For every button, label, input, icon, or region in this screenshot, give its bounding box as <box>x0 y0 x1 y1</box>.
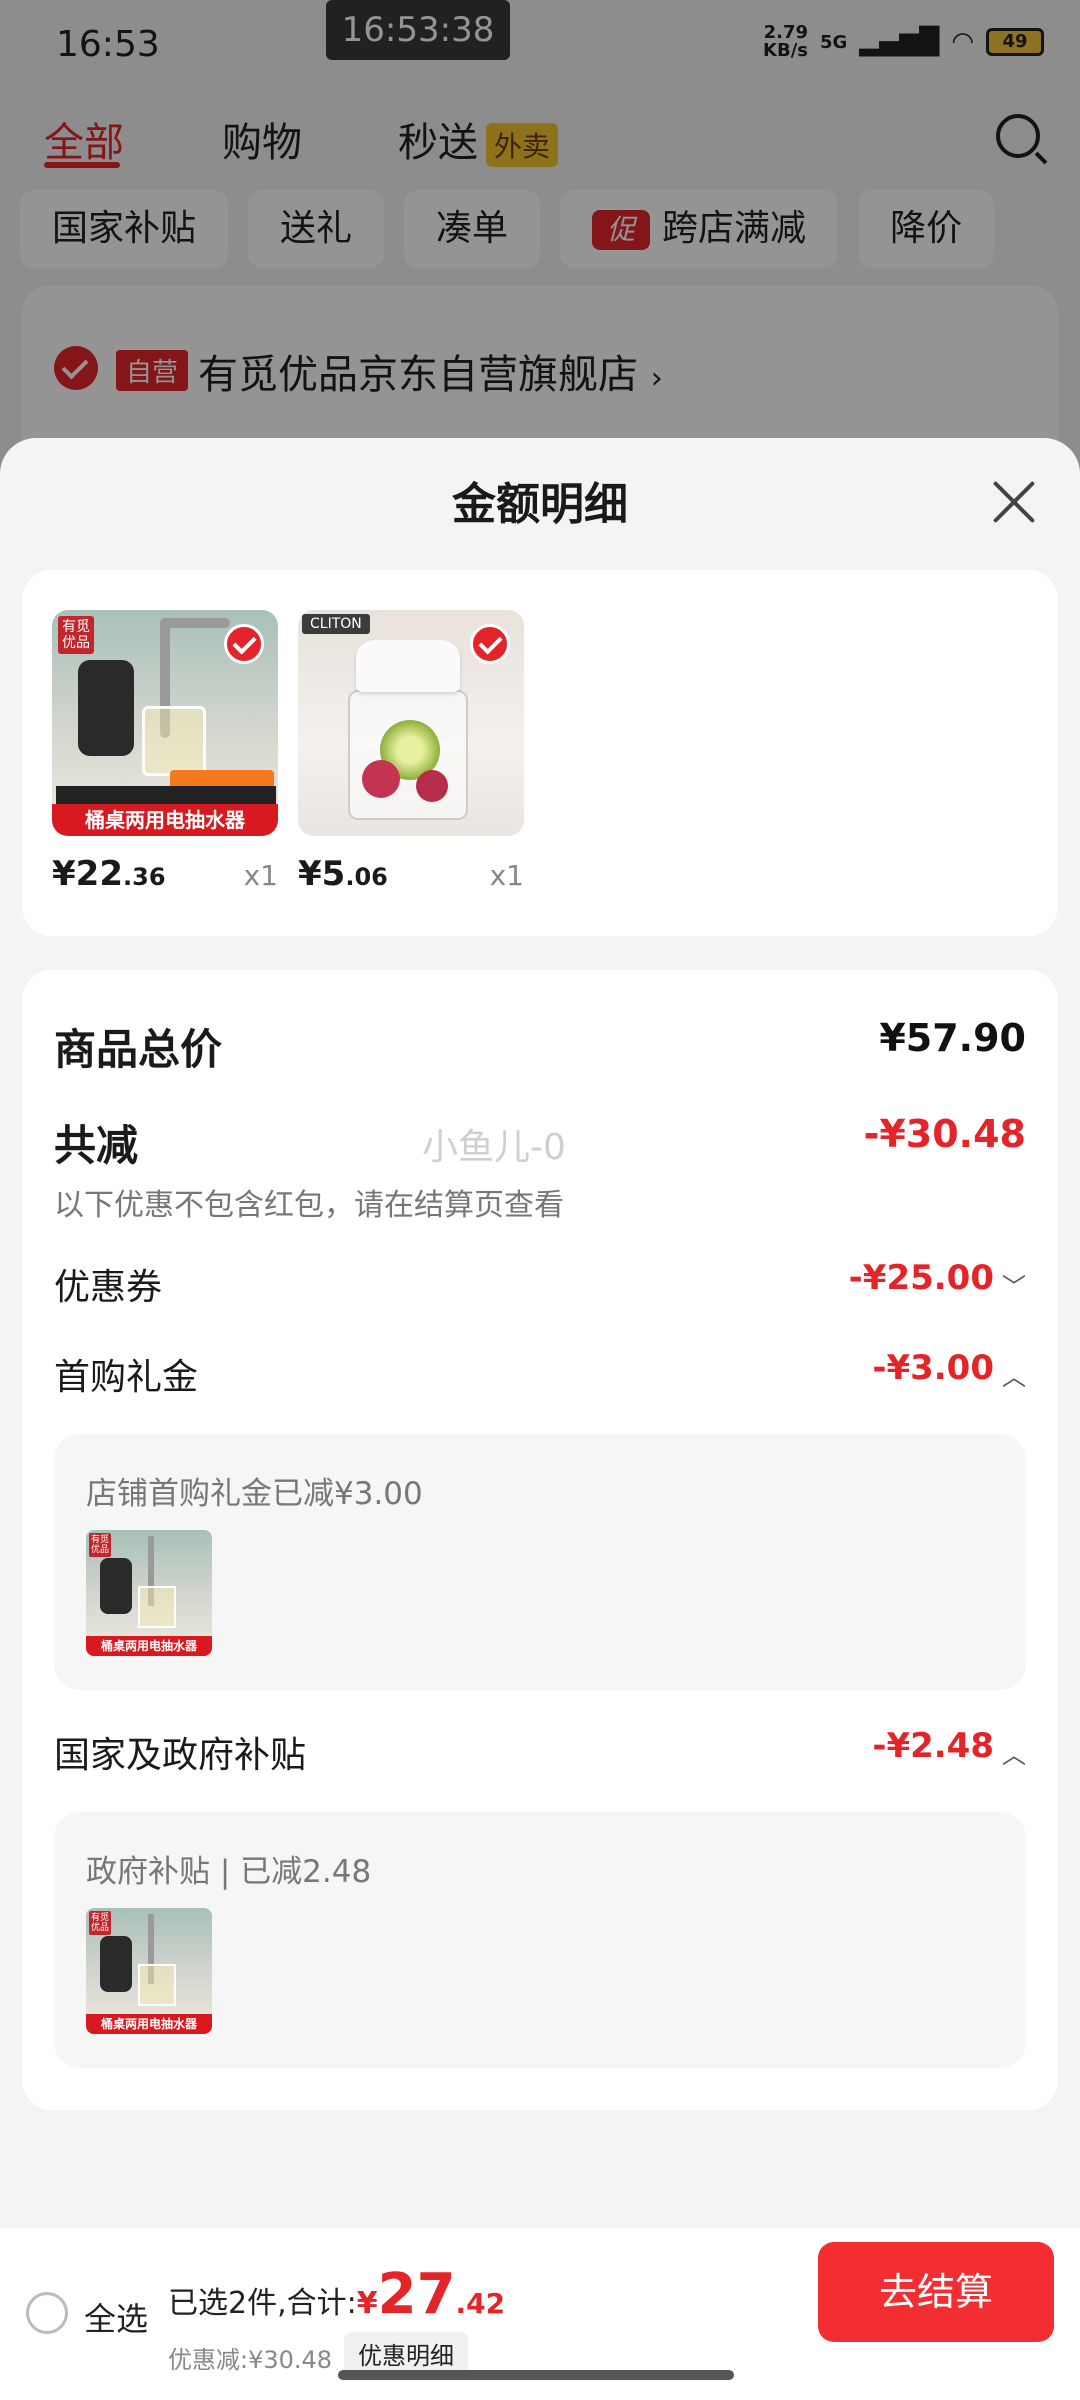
price-breakdown-card: 商品总价 ¥57.90 共减 -¥30.48 小鱼儿-0 以下优惠不包含红包，请… <box>22 970 1058 2110</box>
currency: ¥ <box>298 854 322 894</box>
total-currency: ¥ <box>356 2286 378 2321</box>
government-subsidy-row[interactable]: 国家及政府补贴 -¥2.48 ︿ <box>54 1726 1026 1776</box>
coupon-value: -¥25.00 <box>848 1258 994 1298</box>
amount-detail-sheet: 金额明细 有觅 优品 桶桌两用电抽水器 ¥22.36 x1 CLITON ¥5.… <box>0 438 1080 2400</box>
gift-detail-box: 店铺首购礼金已减¥3.00 有觅 优品 桶桌两用电抽水器 <box>54 1434 1026 1690</box>
subsidy-detail-text: 政府补贴 | 已减2.48 <box>86 1854 372 1890</box>
water-dispenser-product-image: 有觅 优品 桶桌两用电抽水器 <box>52 610 278 836</box>
product-item[interactable]: CLITON ¥5.06 x1 <box>298 610 524 894</box>
total-price-value: ¥57.90 <box>879 1016 1026 1060</box>
product-price: ¥22.36 <box>52 854 166 894</box>
discount-label: 共减 <box>54 1121 139 1170</box>
chevron-up-icon[interactable]: ︿ <box>1002 1357 1026 1392</box>
selected-check-icon <box>470 624 510 664</box>
subsidy-value-group: -¥2.48 ︿ <box>872 1726 1026 1770</box>
chevron-down-icon[interactable]: ﹀ <box>1002 1267 1026 1302</box>
select-all-label[interactable]: 全选 <box>84 2294 148 2340</box>
fruit-jar-product-image: CLITON <box>298 610 524 836</box>
close-icon[interactable] <box>990 478 1038 526</box>
gift-label: 首购礼金 <box>54 1357 199 1398</box>
total-price-row: 商品总价 ¥57.90 <box>54 1016 1026 1074</box>
price-int: 5 <box>321 854 346 894</box>
berry-shape <box>362 760 400 798</box>
glass-shape <box>138 1586 176 1628</box>
coupon-label: 优惠券 <box>54 1267 163 1308</box>
price-int: 22 <box>75 854 123 894</box>
brand-tag: CLITON <box>302 614 370 634</box>
gift-value: -¥3.00 <box>872 1348 994 1388</box>
product-price-row: ¥22.36 x1 <box>52 854 278 894</box>
product-thumbnail: 有觅 优品 桶桌两用电抽水器 <box>86 1530 212 1656</box>
gift-value-group: -¥3.00 ︿ <box>872 1348 1026 1392</box>
product-price-row: ¥5.06 x1 <box>298 854 524 894</box>
product-qty: x1 <box>489 859 524 892</box>
product-banner: 桶桌两用电抽水器 <box>86 2014 212 2034</box>
saved-amount: 优惠减:¥30.48 <box>168 2346 333 2374</box>
checkout-button[interactable]: 去结算 <box>818 2242 1054 2342</box>
sheet-title: 金额明细 <box>452 479 628 530</box>
price-dec: .36 <box>123 863 166 891</box>
selected-count-text: 已选2件,合计: <box>168 2286 357 2321</box>
glass-shape <box>142 706 206 776</box>
home-indicator[interactable] <box>338 2370 734 2380</box>
first-purchase-gift-row[interactable]: 首购礼金 -¥3.00 ︿ <box>54 1348 1026 1398</box>
chevron-up-icon[interactable]: ︿ <box>1002 1735 1026 1770</box>
product-list: 有觅 优品 桶桌两用电抽水器 ¥22.36 x1 CLITON ¥5.06 x1 <box>22 570 1058 936</box>
product-price: ¥5.06 <box>298 854 388 894</box>
discount-detail-button[interactable]: 优惠明细 <box>344 2332 468 2375</box>
product-item[interactable]: 有觅 优品 桶桌两用电抽水器 ¥22.36 x1 <box>52 610 278 894</box>
glass-shape <box>138 1964 176 2006</box>
watermark: 小鱼儿-0 <box>422 1127 566 1168</box>
device-shape <box>78 660 134 756</box>
total-price-label: 商品总价 <box>54 1025 223 1074</box>
brand-tag: 有觅 优品 <box>58 616 94 654</box>
select-all-radio[interactable] <box>26 2292 68 2334</box>
currency: ¥ <box>52 854 76 894</box>
subsidy-detail-box: 政府补贴 | 已减2.48 有觅 优品 桶桌两用电抽水器 <box>54 1812 1026 2068</box>
gift-detail-text: 店铺首购礼金已减¥3.00 <box>86 1476 423 1512</box>
device-shape <box>100 1558 132 1614</box>
subsidy-label: 国家及政府补贴 <box>54 1735 307 1776</box>
price-dec: .06 <box>345 863 388 891</box>
total-int: 27 <box>377 2262 456 2327</box>
jar-lid-shape <box>356 640 460 692</box>
discount-note: 以下优惠不包含红包，请在结算页查看 <box>54 1188 564 1223</box>
product-banner: 桶桌两用电抽水器 <box>86 1636 212 1656</box>
product-thumbnail: 有觅 优品 桶桌两用电抽水器 <box>86 1908 212 2034</box>
brand-tag: 有觅 优品 <box>89 1533 112 1557</box>
total-dec: .42 <box>455 2287 506 2320</box>
discount-value: -¥30.48 <box>863 1112 1026 1156</box>
tap-shape <box>160 618 230 628</box>
selected-check-icon <box>224 624 264 664</box>
product-banner: 桶桌两用电抽水器 <box>52 804 278 836</box>
product-qty: x1 <box>243 859 278 892</box>
device-shape <box>100 1936 132 1992</box>
berry-shape <box>416 770 448 802</box>
coupon-value-group: -¥25.00 ﹀ <box>849 1258 1026 1302</box>
subsidy-value: -¥2.48 <box>872 1726 994 1766</box>
discount-note-row: 以下优惠不包含红包，请在结算页查看 <box>54 1180 1026 1223</box>
coupon-row[interactable]: 优惠券 -¥25.00 ﹀ <box>54 1258 1026 1308</box>
feature-strip <box>56 786 276 804</box>
brand-tag: 有觅 优品 <box>89 1911 112 1935</box>
total-summary: 已选2件,合计:¥27.42 <box>168 2262 505 2327</box>
